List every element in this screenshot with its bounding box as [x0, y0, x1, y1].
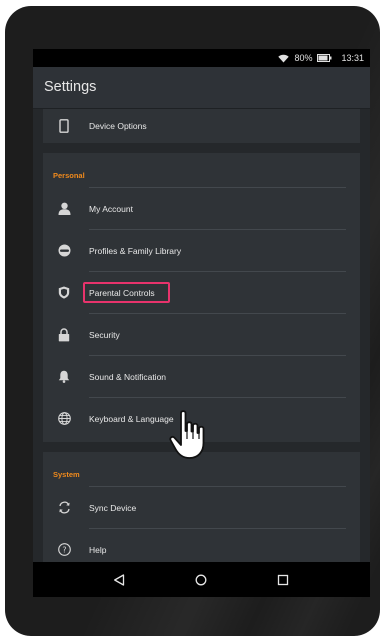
bell-icon [57, 370, 71, 384]
app-header: Settings [33, 67, 370, 109]
svg-text:?: ? [62, 545, 66, 554]
section-title-personal: Personal [53, 171, 85, 180]
navigation-bar [33, 562, 370, 597]
settings-item-parental-controls[interactable]: Parental Controls [43, 272, 360, 313]
wifi-icon [278, 54, 290, 63]
settings-item-label: My Account [89, 203, 133, 214]
hand-pointer-icon [167, 409, 213, 461]
screen: 80% 13:31 Settings Device Options Person… [33, 49, 370, 597]
battery-percent: 80% [294, 53, 313, 63]
clock: 13:31 [341, 53, 364, 63]
recents-icon[interactable] [277, 574, 289, 585]
settings-item-label: Profiles & Family Library [89, 245, 182, 256]
settings-item-help[interactable]: ? Help [43, 529, 360, 562]
profile-face-icon [57, 244, 71, 258]
lock-icon [57, 327, 71, 342]
back-icon[interactable] [114, 573, 125, 586]
settings-item-my-account[interactable]: My Account [43, 188, 360, 229]
highlight-box [83, 282, 170, 303]
person-icon [57, 202, 71, 216]
system-card: System Sync Device ? Help [43, 452, 360, 562]
section-title-system: System [53, 470, 80, 479]
page-title: Settings [44, 79, 97, 95]
battery-icon [317, 54, 332, 62]
settings-item-profiles[interactable]: Profiles & Family Library [43, 230, 360, 271]
settings-item-security[interactable]: Security [43, 314, 360, 355]
settings-item-label: Security [89, 329, 120, 340]
tablet-frame: 80% 13:31 Settings Device Options Person… [5, 6, 380, 636]
settings-item-label: Sync Device [89, 502, 137, 513]
settings-item-label: Device Options [89, 120, 147, 131]
shield-icon [57, 286, 71, 300]
personal-card: Personal My Account Profiles & Family Li… [43, 153, 360, 442]
settings-item-sound[interactable]: Sound & Notification [43, 356, 360, 397]
settings-item-sync-device[interactable]: Sync Device [43, 487, 360, 528]
settings-item-label: Help [89, 544, 107, 555]
device-card: Device Options [43, 109, 360, 143]
sync-icon [57, 501, 71, 515]
phone-icon [57, 118, 71, 133]
status-bar: 80% 13:31 [33, 49, 370, 67]
settings-item-label: Sound & Notification [89, 371, 167, 382]
globe-icon [57, 412, 71, 426]
settings-list[interactable]: Device Options Personal My Account Profi… [33, 109, 370, 562]
settings-item-device-options[interactable]: Device Options [43, 109, 360, 146]
help-icon: ? [57, 543, 71, 557]
settings-item-label: Keyboard & Language [89, 413, 174, 424]
home-icon[interactable] [195, 574, 207, 586]
